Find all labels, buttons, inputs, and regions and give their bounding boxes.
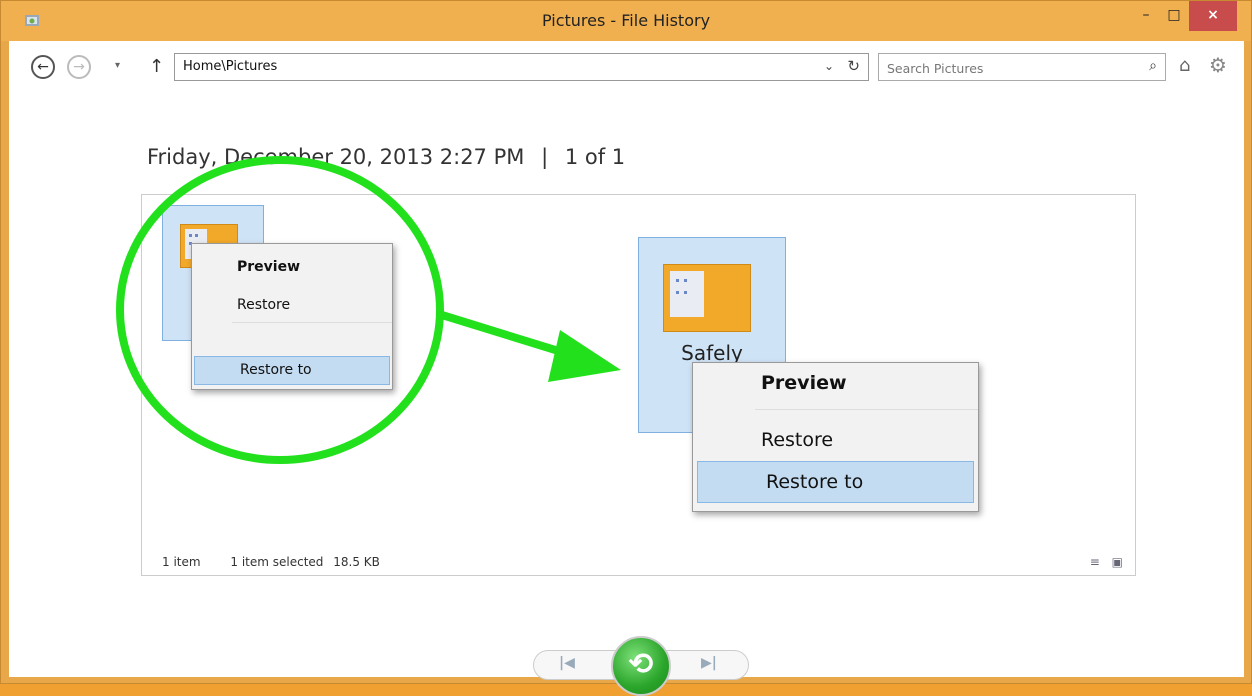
- menu-item-restore-to[interactable]: Restore to: [697, 461, 974, 503]
- menu-item-restore[interactable]: Restore: [693, 421, 978, 459]
- close-button[interactable]: ×: [1189, 1, 1237, 31]
- home-icon[interactable]: ⌂: [1179, 55, 1190, 76]
- minimize-button[interactable]: –: [1133, 1, 1159, 31]
- context-menu-small: Preview Restore Restore to: [191, 243, 393, 390]
- search-box[interactable]: ⌕: [878, 53, 1166, 81]
- up-button[interactable]: ↑: [149, 56, 164, 77]
- menu-item-restore[interactable]: Restore: [192, 290, 392, 320]
- restore-button[interactable]: ⟲: [611, 636, 671, 696]
- window-title: Pictures - File History: [541, 11, 711, 30]
- address-path: Home\Pictures: [183, 59, 278, 74]
- refresh-icon[interactable]: ↻: [847, 57, 860, 75]
- title-bar: Pictures - File History – □ ×: [1, 1, 1251, 41]
- context-menu-zoomed: Preview Restore Restore to: [692, 362, 979, 512]
- version-position: 1 of 1: [564, 145, 626, 169]
- menu-item-preview[interactable]: Preview: [192, 252, 392, 282]
- search-icon[interactable]: ⌕: [1149, 58, 1157, 74]
- address-dropdown-icon[interactable]: ⌄: [824, 59, 834, 73]
- settings-gear-icon[interactable]: ⚙: [1209, 53, 1227, 77]
- large-icons-view-icon[interactable]: ▣: [1112, 555, 1123, 569]
- menu-separator: [232, 322, 392, 323]
- address-bar[interactable]: Home\Pictures ⌄ ↻: [174, 53, 869, 81]
- playback-controls: |◀ ⟲ ▶|: [533, 636, 749, 696]
- previous-version-button[interactable]: |◀: [559, 655, 575, 671]
- menu-separator: [755, 409, 978, 410]
- menu-item-preview[interactable]: Preview: [693, 363, 978, 403]
- maximize-button[interactable]: □: [1159, 1, 1189, 31]
- item-count: 1 item: [162, 555, 201, 569]
- file-history-window: Pictures - File History – □ × ← → ▾ ↑ Ho…: [0, 0, 1252, 696]
- backup-version-heading: Friday, December 20, 2013 2:27 PM | 1 of…: [147, 145, 625, 169]
- selected-size: 18.5 KB: [333, 555, 380, 569]
- folder-thumbnail-icon: [663, 264, 751, 332]
- selected-count: 1 item selected: [230, 555, 324, 569]
- forward-button[interactable]: →: [67, 55, 91, 79]
- backup-date: Friday, December 20, 2013 2:27 PM: [147, 145, 525, 169]
- search-input[interactable]: [885, 57, 1129, 79]
- restore-icon: ⟲: [628, 647, 654, 682]
- navigation-bar: ← → ▾ ↑ Home\Pictures ⌄ ↻ ⌕ ⌂ ⚙: [9, 41, 1244, 91]
- menu-item-restore-to[interactable]: Restore to: [194, 356, 390, 385]
- next-version-button[interactable]: ▶|: [701, 655, 717, 671]
- status-bar: 1 item 1 item selected 18.5 KB: [162, 555, 406, 569]
- back-button[interactable]: ←: [31, 55, 55, 79]
- heading-separator: |: [541, 145, 549, 169]
- details-view-icon[interactable]: ≡: [1090, 555, 1100, 569]
- view-switcher: ≡ ▣: [1082, 555, 1123, 569]
- recent-locations-dropdown[interactable]: ▾: [115, 60, 120, 71]
